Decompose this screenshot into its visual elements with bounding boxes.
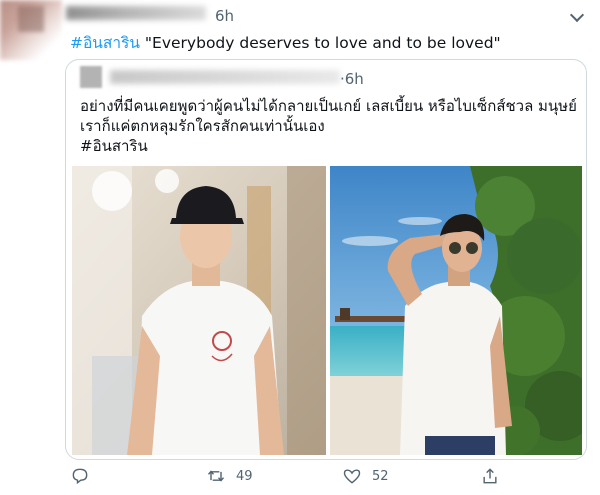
quoted-hashtag[interactable]: #อินสาริน <box>80 136 580 156</box>
quoted-timestamp[interactable]: ·6h <box>340 70 364 88</box>
retweet-count: 49 <box>236 468 253 484</box>
tweet-header: 6h <box>0 0 600 60</box>
author-name[interactable] <box>66 6 206 20</box>
quoted-avatar[interactable] <box>80 66 102 88</box>
reply-icon <box>72 468 88 485</box>
reply-button[interactable] <box>70 466 90 486</box>
share-icon <box>483 468 497 484</box>
tweet-text: #อินสาริน "Everybody deserves to love an… <box>70 30 501 55</box>
quoted-line-2: เราก็แค่ตกหลุมรักใครสักคนเท่านั้นเอง <box>80 117 325 135</box>
tweet-timestamp[interactable]: 6h <box>215 7 234 25</box>
quoted-author-name[interactable] <box>110 70 340 84</box>
quoted-line-1: อย่างที่มีคนเคยพูดว่าผู้คนไม่ได้กลายเป็น… <box>80 97 577 115</box>
like-button[interactable]: 52 <box>342 466 389 486</box>
photo-left-image <box>72 166 326 455</box>
retweet-icon <box>207 470 225 482</box>
like-count: 52 <box>372 468 389 484</box>
chevron-down-icon[interactable] <box>569 7 585 23</box>
share-button[interactable] <box>480 466 500 486</box>
like-icon <box>343 469 361 484</box>
tweet-body: "Everybody deserves to love and to be lo… <box>144 34 501 52</box>
tweet-actions: 49 52 <box>0 462 600 492</box>
photo-left[interactable] <box>72 166 326 455</box>
photo-right-image <box>330 166 582 455</box>
tweet-hashtag[interactable]: #อินสาริน <box>70 34 140 52</box>
quoted-text: อย่างที่มีคนเคยพูดว่าผู้คนไม่ได้กลายเป็น… <box>80 96 580 156</box>
photo-right[interactable] <box>330 166 582 455</box>
quoted-tweet-card[interactable]: ·6h อย่างที่มีคนเคยพูดว่าผู้คนไม่ได้กลาย… <box>65 59 587 460</box>
retweet-button[interactable]: 49 <box>206 466 253 486</box>
avatar[interactable] <box>0 0 62 60</box>
